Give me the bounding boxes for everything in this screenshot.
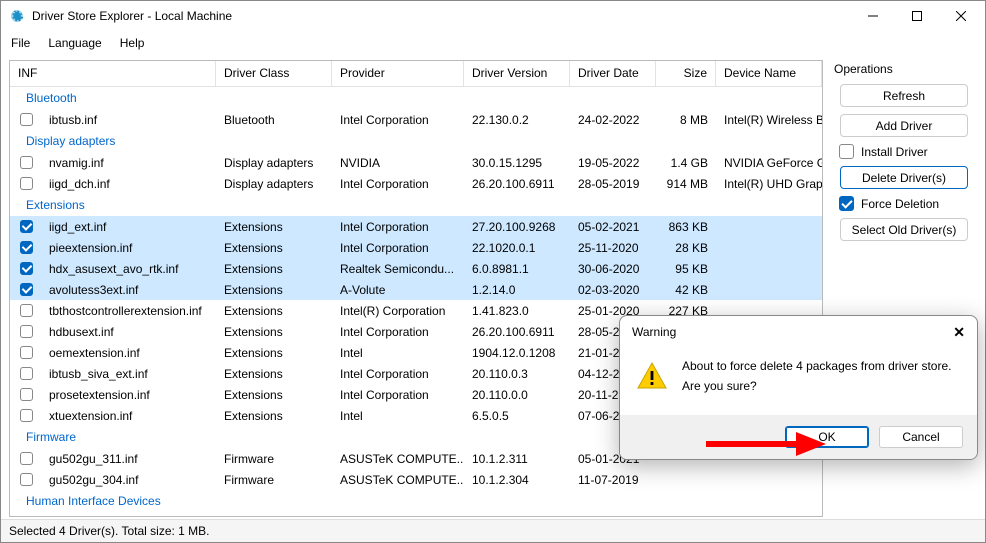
grid-header: INF Driver Class Provider Driver Version… (10, 61, 822, 87)
window-title: Driver Store Explorer - Local Machine (32, 9, 851, 23)
col-provider[interactable]: Provider (332, 61, 464, 86)
col-driver-class[interactable]: Driver Class (216, 61, 332, 86)
force-deletion-checkbox[interactable]: Force Deletion (839, 196, 977, 211)
row-checkbox[interactable] (20, 262, 33, 275)
title-bar: Driver Store Explorer - Local Machine (1, 1, 985, 31)
table-row[interactable]: gu502gu_304.infFirmwareASUSTeK COMPUTE..… (10, 469, 822, 490)
window-buttons (851, 1, 983, 31)
minimize-button[interactable] (851, 1, 895, 31)
dialog-titlebar: Warning ✕ (620, 316, 977, 348)
menu-language[interactable]: Language (48, 36, 101, 50)
menu-bar: File Language Help (1, 31, 985, 54)
dialog-title: Warning (632, 325, 676, 339)
row-checkbox[interactable] (20, 409, 33, 422)
status-text: Selected 4 Driver(s). Total size: 1 MB. (9, 524, 210, 538)
maximize-button[interactable] (895, 1, 939, 31)
add-driver-button[interactable]: Add Driver (840, 114, 968, 137)
row-checkbox[interactable] (20, 304, 33, 317)
install-driver-checkbox[interactable]: Install Driver (839, 144, 977, 159)
row-checkbox[interactable] (20, 113, 33, 126)
col-driver-date[interactable]: Driver Date (570, 61, 656, 86)
row-checkbox[interactable] (20, 325, 33, 338)
row-checkbox[interactable] (20, 346, 33, 359)
table-row[interactable]: nvamig.infDisplay adaptersNVIDIA30.0.15.… (10, 152, 822, 173)
col-driver-version[interactable]: Driver Version (464, 61, 570, 86)
ops-title: Operations (831, 62, 977, 76)
row-checkbox[interactable] (20, 283, 33, 296)
table-row[interactable]: hdx_asusext_avo_rtk.infExtensionsRealtek… (10, 258, 822, 279)
group-hid[interactable]: Human Interface Devices (10, 490, 822, 512)
row-checkbox[interactable] (20, 388, 33, 401)
app-icon (9, 8, 25, 24)
close-button[interactable] (939, 1, 983, 31)
table-row[interactable]: avolutess3ext.infExtensionsA-Volute1.2.1… (10, 279, 822, 300)
menu-help[interactable]: Help (120, 36, 145, 50)
menu-file[interactable]: File (11, 36, 30, 50)
group-display[interactable]: Display adapters (10, 130, 822, 152)
row-checkbox[interactable] (20, 220, 33, 233)
delete-drivers-button[interactable]: Delete Driver(s) (840, 166, 968, 189)
row-checkbox[interactable] (20, 156, 33, 169)
dialog-close-icon[interactable]: ✕ (953, 324, 965, 341)
warning-dialog: Warning ✕ About to force delete 4 packag… (619, 315, 978, 460)
row-checkbox[interactable] (20, 473, 33, 486)
status-bar: Selected 4 Driver(s). Total size: 1 MB. (1, 519, 985, 542)
table-row[interactable]: ibtusb.infBluetoothIntel Corporation22.1… (10, 109, 822, 130)
table-row[interactable]: iigd_dch.infDisplay adaptersIntel Corpor… (10, 173, 822, 194)
group-extensions[interactable]: Extensions (10, 194, 822, 216)
warning-icon (636, 360, 668, 392)
dialog-buttons: OK Cancel (620, 415, 977, 459)
table-row[interactable]: iigd_ext.infExtensionsIntel Corporation2… (10, 216, 822, 237)
col-inf[interactable]: INF (10, 61, 216, 86)
cancel-button[interactable]: Cancel (879, 426, 963, 448)
refresh-button[interactable]: Refresh (840, 84, 968, 107)
col-size[interactable]: Size (656, 61, 716, 86)
ok-button[interactable]: OK (785, 426, 869, 448)
dialog-text: About to force delete 4 packages from dr… (682, 356, 951, 397)
table-row[interactable]: pieextension.infExtensionsIntel Corporat… (10, 237, 822, 258)
select-old-drivers-button[interactable]: Select Old Driver(s) (840, 218, 968, 241)
row-checkbox[interactable] (20, 367, 33, 380)
row-checkbox[interactable] (20, 241, 33, 254)
group-bluetooth[interactable]: Bluetooth (10, 87, 822, 109)
row-checkbox[interactable] (20, 177, 33, 190)
col-device-name[interactable]: Device Name (716, 61, 822, 86)
row-checkbox[interactable] (20, 452, 33, 465)
